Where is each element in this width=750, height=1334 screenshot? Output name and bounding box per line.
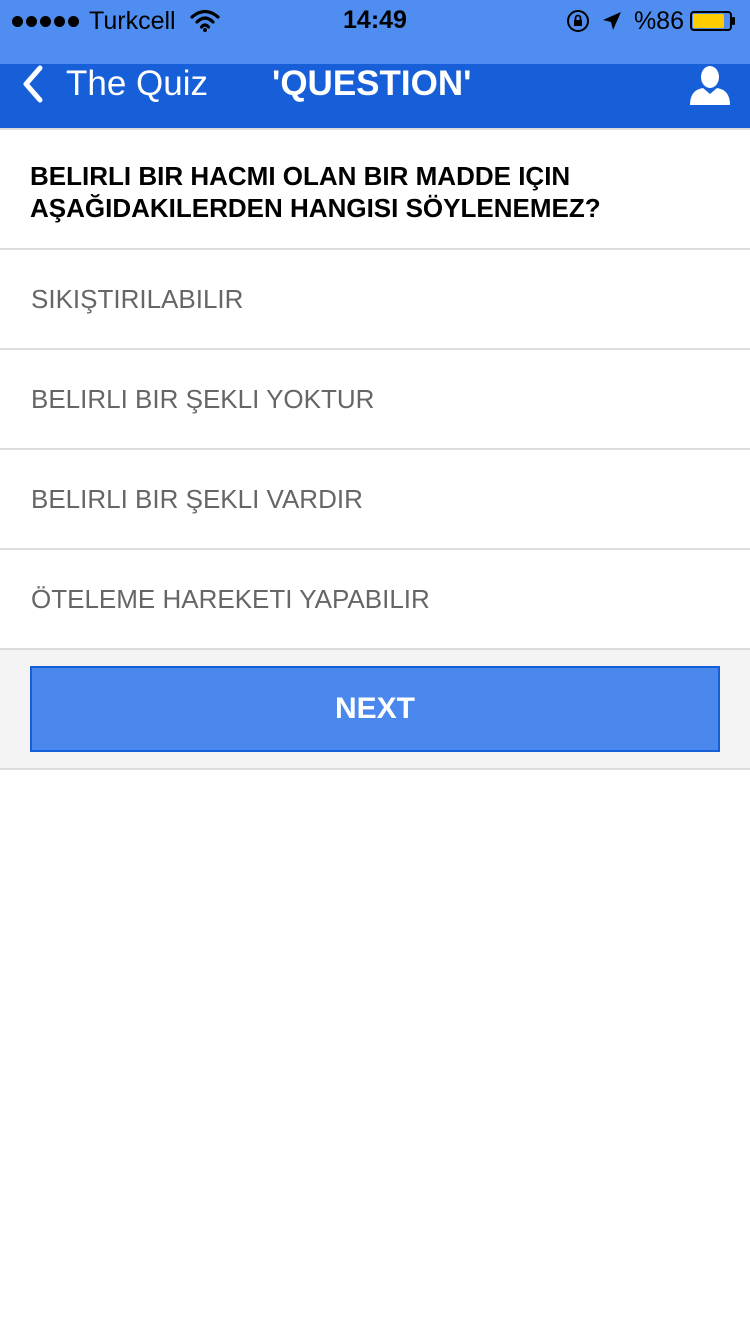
battery-percent: %86 (633, 6, 684, 35)
answer-option[interactable]: ÖTELEME HAREKETI YAPABILIR (0, 550, 750, 650)
back-label: The Quiz (66, 64, 208, 103)
question-text: BELIRLI BIR HACMI OLAN BIR MADDE IÇIN AŞ… (0, 128, 750, 250)
answer-list: SIKIŞTIRILABILIR BELIRLI BIR ŞEKLI YOKTU… (0, 250, 750, 650)
location-arrow-icon (602, 12, 621, 30)
answer-option[interactable]: BELIRLI BIR ŞEKLI VARDIR (0, 450, 750, 550)
user-icon[interactable] (688, 64, 732, 106)
next-button[interactable]: NEXT (30, 666, 720, 752)
navigation-bar: The Quiz 'QUESTION' (0, 64, 750, 128)
status-bar: Turkcell 14:49 %86 (0, 0, 750, 64)
battery-icon (690, 11, 735, 31)
battery-fill (693, 14, 724, 28)
rotation-lock-icon (566, 10, 589, 32)
footer-panel: NEXT (0, 650, 750, 770)
answer-option[interactable]: BELIRLI BIR ŞEKLI YOKTUR (0, 350, 750, 450)
back-button[interactable]: The Quiz (18, 64, 208, 104)
answer-option[interactable]: SIKIŞTIRILABILIR (0, 250, 750, 350)
page-title: 'QUESTION' (272, 64, 472, 103)
chevron-left-icon (23, 65, 43, 103)
status-right: %86 (566, 6, 736, 36)
